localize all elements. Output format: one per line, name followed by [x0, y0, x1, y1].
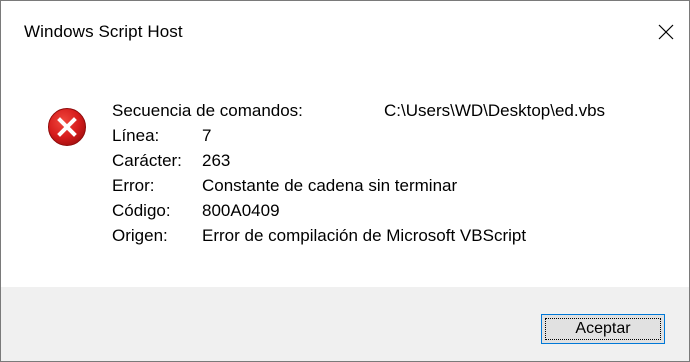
error-icon — [48, 108, 86, 146]
window-title: Windows Script Host — [24, 22, 183, 41]
line-label: Línea: — [112, 126, 160, 145]
accept-button[interactable]: Aceptar — [541, 314, 665, 344]
button-bar: Aceptar — [1, 287, 689, 361]
script-label: Secuencia de comandos: — [112, 101, 303, 120]
accept-button-label: Aceptar — [575, 320, 631, 337]
char-value: 263 — [202, 151, 231, 170]
char-label: Carácter: — [112, 151, 182, 170]
error-label: Error: — [112, 176, 155, 195]
close-icon — [658, 24, 674, 40]
title-bar[interactable]: Windows Script Host — [1, 1, 689, 63]
source-label: Origen: — [112, 226, 168, 245]
code-label: Código: — [112, 201, 171, 220]
close-button[interactable] — [643, 11, 689, 53]
source-value: Error de compilación de Microsoft VBScri… — [202, 226, 527, 245]
script-path: C:\Users\WD\Desktop\ed.vbs — [384, 101, 606, 120]
error-value: Constante de cadena sin terminar — [202, 176, 458, 195]
code-value: 800A0409 — [202, 201, 280, 220]
line-value: 7 — [202, 126, 212, 145]
dialog-window: Windows Script Host Secuencia de comando… — [0, 0, 690, 362]
